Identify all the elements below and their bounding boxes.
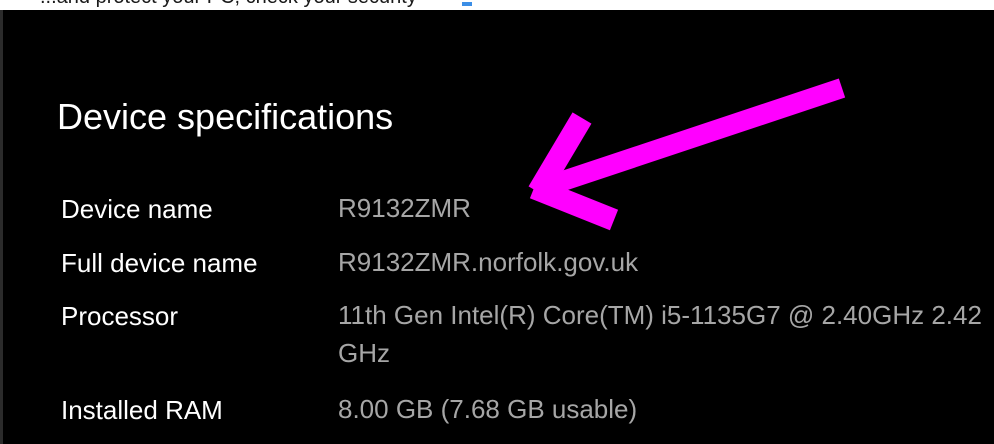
spec-label-processor: Processor	[61, 301, 179, 331]
spec-label-full-device-name: Full device name	[61, 248, 258, 278]
pointer-arrow-icon	[528, 78, 846, 231]
section-title: Device specifications	[57, 96, 394, 137]
spec-label-device-name: Device name	[61, 194, 213, 224]
spec-label-installed-ram: Installed RAM	[61, 395, 223, 425]
spec-value-installed-ram: 8.00 GB (7.68 GB usable)	[338, 394, 638, 424]
top-strip: ...and protect your PC, check your secur…	[0, 0, 994, 10]
cut-off-header-text: ...and protect your PC, check your secur…	[40, 0, 417, 9]
cut-off-link-fragment	[462, 2, 472, 6]
spec-value-processor: 11th Gen Intel(R) Core(TM) i5-1135G7 @ 2…	[338, 300, 982, 368]
spec-value-full-device-name: R9132ZMR.norfolk.gov.uk	[338, 247, 639, 277]
